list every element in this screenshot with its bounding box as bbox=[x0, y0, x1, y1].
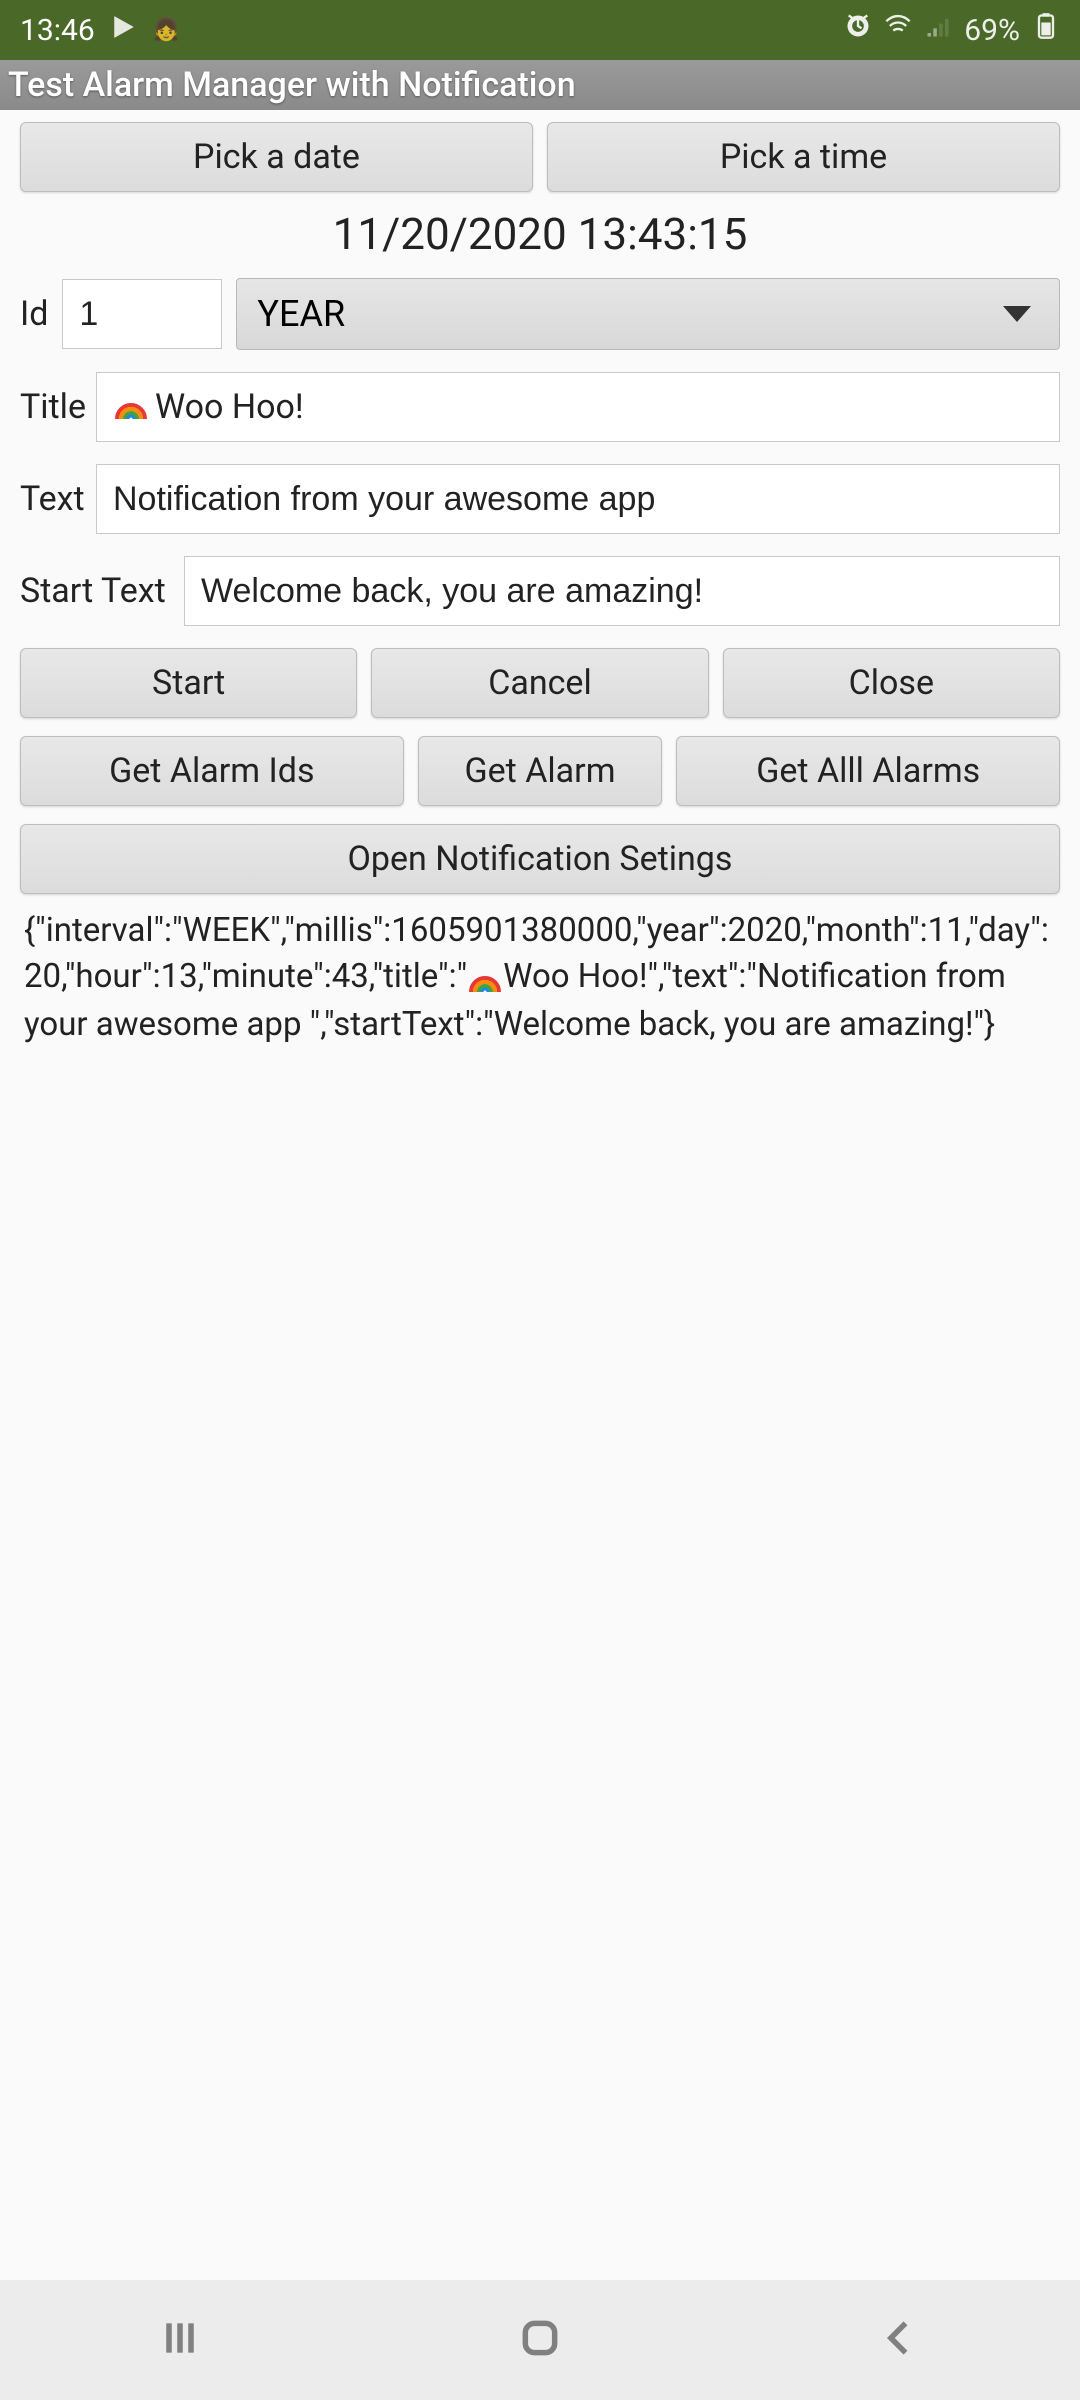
app-title: Test Alarm Manager with Notification bbox=[8, 65, 576, 105]
starttext-label: Start Text bbox=[20, 571, 170, 611]
picker-row: Pick a date Pick a time bbox=[20, 122, 1060, 192]
rainbow-icon bbox=[113, 389, 149, 425]
play-store-icon bbox=[111, 13, 137, 48]
alarm-icon bbox=[844, 12, 872, 48]
action-row-3: Open Notification Setings bbox=[20, 824, 1060, 894]
app-bar: Test Alarm Manager with Notification bbox=[0, 60, 1080, 110]
interval-selected-value: YEAR bbox=[257, 293, 345, 335]
start-label: Start bbox=[152, 663, 225, 703]
start-button[interactable]: Start bbox=[20, 648, 357, 718]
cancel-button[interactable]: Cancel bbox=[371, 648, 708, 718]
title-label: Title bbox=[20, 387, 82, 427]
open-notification-settings-button[interactable]: Open Notification Setings bbox=[20, 824, 1060, 894]
status-time: 13:46 bbox=[20, 13, 95, 48]
cancel-label: Cancel bbox=[488, 663, 592, 703]
text-input[interactable] bbox=[96, 464, 1060, 534]
id-input[interactable] bbox=[62, 279, 222, 349]
battery-percent: 69% bbox=[964, 13, 1020, 48]
pick-time-button[interactable]: Pick a time bbox=[547, 122, 1060, 192]
get-alarm-ids-button[interactable]: Get Alarm Ids bbox=[20, 736, 404, 806]
home-button[interactable] bbox=[518, 2316, 562, 2364]
text-label: Text bbox=[20, 479, 82, 519]
status-bar: 13:46 👧 69% bbox=[0, 0, 1080, 60]
close-label: Close bbox=[849, 663, 934, 703]
title-row: Title Woo Hoo! bbox=[20, 372, 1060, 442]
pick-time-label: Pick a time bbox=[720, 137, 887, 177]
back-button[interactable] bbox=[878, 2316, 922, 2364]
recents-button[interactable] bbox=[158, 2316, 202, 2364]
get-alarm-label: Get Alarm bbox=[464, 751, 615, 791]
get-alarm-button[interactable]: Get Alarm bbox=[418, 736, 663, 806]
wifi-icon bbox=[884, 12, 912, 48]
open-settings-label: Open Notification Setings bbox=[348, 839, 733, 879]
action-row-1: Start Cancel Close bbox=[20, 648, 1060, 718]
id-label: Id bbox=[20, 294, 48, 334]
pick-date-button[interactable]: Pick a date bbox=[20, 122, 533, 192]
android-nav-bar bbox=[0, 2280, 1080, 2400]
pick-date-label: Pick a date bbox=[193, 137, 360, 177]
interval-select[interactable]: YEAR bbox=[236, 278, 1060, 350]
text-row: Text bbox=[20, 464, 1060, 534]
id-row: Id YEAR bbox=[20, 278, 1060, 350]
get-all-alarms-label: Get Alll Alarms bbox=[756, 751, 980, 791]
starttext-input[interactable] bbox=[184, 556, 1060, 626]
get-all-alarms-button[interactable]: Get Alll Alarms bbox=[676, 736, 1060, 806]
close-button[interactable]: Close bbox=[723, 648, 1060, 718]
get-alarm-ids-label: Get Alarm Ids bbox=[109, 751, 314, 791]
status-right: 69% bbox=[844, 12, 1060, 48]
main-content: Pick a date Pick a time 11/20/2020 13:43… bbox=[0, 110, 1080, 1074]
status-left: 13:46 👧 bbox=[20, 13, 180, 48]
battery-icon bbox=[1032, 12, 1060, 48]
action-row-2: Get Alarm Ids Get Alarm Get Alll Alarms bbox=[20, 736, 1060, 806]
json-output: {"interval":"WEEK","millis":160590138000… bbox=[20, 894, 1060, 1062]
title-value: Woo Hoo! bbox=[155, 387, 304, 427]
signal-icon bbox=[924, 12, 952, 48]
notification-icon: 👧 bbox=[153, 18, 180, 43]
title-input[interactable]: Woo Hoo! bbox=[96, 372, 1060, 442]
datetime-display: 11/20/2020 13:43:15 bbox=[20, 208, 1060, 260]
starttext-row: Start Text bbox=[20, 556, 1060, 626]
chevron-down-icon bbox=[1003, 306, 1031, 322]
rainbow-icon bbox=[467, 955, 503, 1001]
